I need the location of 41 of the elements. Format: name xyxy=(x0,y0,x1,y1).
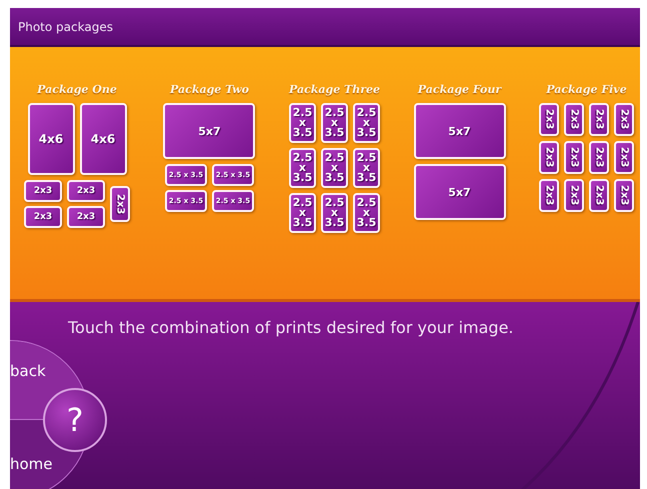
print-size-button[interactable]: 2.5 x 3.5 xyxy=(352,148,380,188)
home-button[interactable]: home xyxy=(10,455,53,473)
print-size-button[interactable]: 2.5 x 3.5 xyxy=(352,193,380,233)
package-title: Package Two xyxy=(170,83,249,96)
print-size-button[interactable]: 2.5 x 3.5 xyxy=(320,103,348,143)
print-size-button[interactable]: 2x3 xyxy=(24,206,62,228)
package-title: Package One xyxy=(37,83,117,96)
print-size-button[interactable]: 2x3 xyxy=(538,141,559,174)
print-size-button[interactable]: 2.5 x 3.5 xyxy=(288,103,316,143)
print-size-button[interactable]: 2x3 xyxy=(538,179,559,212)
print-size-button[interactable]: 2x3 xyxy=(588,179,609,212)
print-size-button[interactable]: 5x7 xyxy=(414,164,506,220)
print-size-button[interactable]: 2x3 xyxy=(538,103,559,136)
page-title: Photo packages xyxy=(18,20,113,34)
print-size-button[interactable]: 2x3 xyxy=(67,180,105,202)
print-size-button[interactable]: 2x3 xyxy=(588,141,609,174)
print-size-button[interactable]: 2.5 x 3.5 xyxy=(288,193,316,233)
instruction-text: Touch the combination of prints desired for your image. xyxy=(68,318,514,337)
print-size-button[interactable]: 2.5 x 3.5 xyxy=(320,148,348,188)
print-size-button[interactable]: 2.5 x 3.5 xyxy=(352,103,380,143)
package-title: Package Four xyxy=(418,83,502,96)
back-button[interactable]: back xyxy=(10,362,46,380)
print-size-button[interactable]: 2x3 xyxy=(614,141,634,174)
help-button[interactable]: ? xyxy=(43,388,107,452)
print-size-button[interactable]: 5x7 xyxy=(163,103,256,159)
print-size-button[interactable]: 2x3 xyxy=(588,103,609,136)
print-size-button[interactable]: 4x6 xyxy=(80,103,126,175)
package-title: Package Three xyxy=(288,83,380,96)
print-size-button[interactable]: 2x3 xyxy=(564,103,584,136)
print-size-button[interactable]: 4x6 xyxy=(28,103,74,175)
print-size-button[interactable]: 2x3 xyxy=(67,206,105,228)
print-size-button[interactable]: 2x3 xyxy=(614,179,634,212)
print-size-button[interactable]: 2x3 xyxy=(564,179,584,212)
print-size-button[interactable]: 2x3 xyxy=(110,186,130,222)
print-size-button[interactable]: 2x3 xyxy=(614,103,634,136)
package-title: Package Five xyxy=(546,83,627,96)
print-size-button[interactable]: 2x3 xyxy=(564,141,584,174)
print-size-button[interactable]: 2.5 x 3.5 xyxy=(320,193,348,233)
print-size-button[interactable]: 5x7 xyxy=(414,103,506,159)
print-size-button[interactable]: 2x3 xyxy=(24,180,62,202)
print-size-button[interactable]: 2.5 x 3.5 xyxy=(288,148,316,188)
